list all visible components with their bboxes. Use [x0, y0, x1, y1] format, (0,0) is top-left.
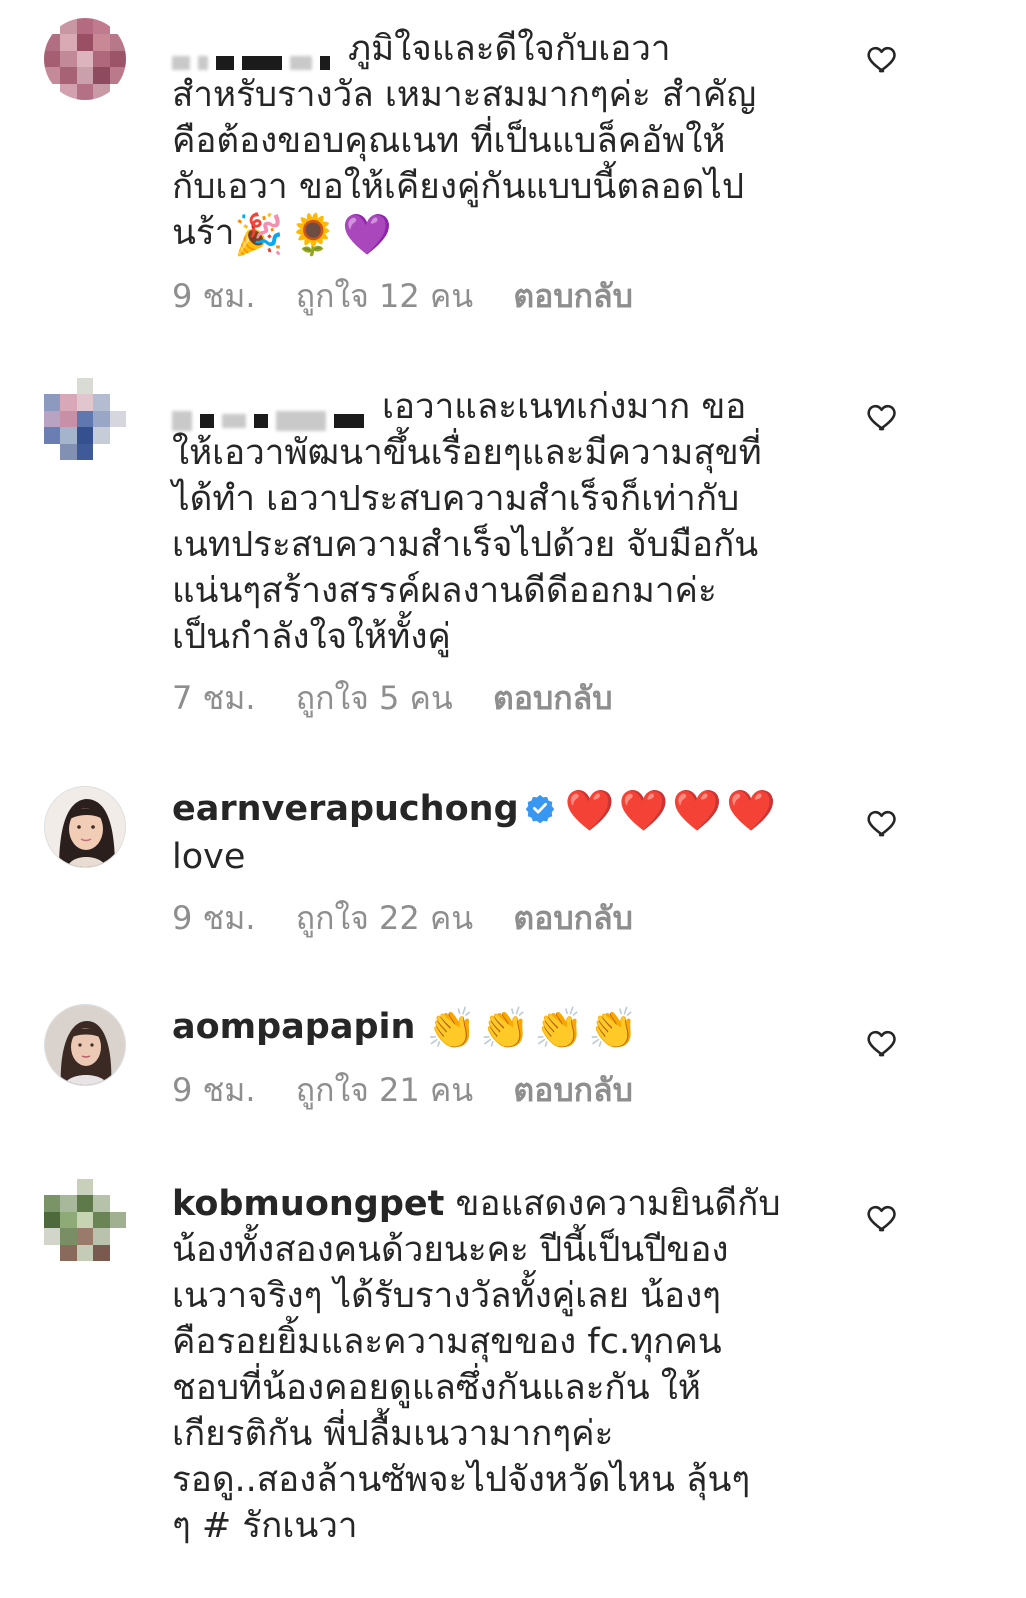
comment-line: แน่นๆสร้างสรรค์ผลงานดีดีออกมาค่ะ	[172, 571, 717, 611]
clapping-hands-emoji: 👏	[426, 1006, 477, 1052]
comment-line: รอดู..สองล้านซัพจะไปจังหวัดไหน ลุ้นๆ	[172, 1460, 751, 1500]
comment-line: กับเอวา ขอให้เคียงคู่กันแบบนี้ตลอดไป	[172, 167, 745, 207]
comment-time: 7 ชม.	[172, 679, 256, 717]
red-heart-emoji: ❤️	[726, 788, 776, 834]
comment-meta: 7 ชม. ถูกใจ 5 คน ตอบกลับ	[172, 678, 832, 718]
comment-line: ๆ # รักเนวา	[172, 1506, 358, 1546]
comment-item: earnverapuchong ❤️ ❤️ ❤️ ❤️ love 9 ชม. ถูกใ…	[0, 770, 1026, 970]
comment-line: love	[172, 837, 246, 877]
comment-item: ภูมิใจและดีใจกับเอวา สำหรับรางวัล เหมาะส…	[0, 0, 1026, 340]
avatar[interactable]	[44, 1004, 126, 1086]
comment-line: ได้ทำ เอวาประสบความสำเร็จก็เท่ากับ	[172, 479, 740, 519]
like-heart-icon[interactable]	[866, 806, 900, 840]
pixelated-avatar-image	[44, 18, 126, 100]
comment-meta: 9 ชม. ถูกใจ 21 คน ตอบกลับ	[172, 1070, 872, 1110]
comment-line: เกียรติกัน พี่ปลื้มเนวามากๆค่ะ	[172, 1414, 614, 1454]
comment-meta: 9 ชม. ถูกใจ 12 คน ตอบกลับ	[172, 276, 832, 316]
verified-badge-icon	[525, 794, 554, 823]
comment-item: aompapapin 👏 👏 👏 👏 9 ชม. ถูกใจ 21 คน ตอบกลั…	[0, 990, 1026, 1140]
avatar[interactable]	[44, 378, 126, 460]
comment-text: earnverapuchong ❤️ ❤️ ❤️ ❤️ love	[172, 786, 872, 880]
avatar[interactable]	[44, 18, 126, 100]
comment-line: ภูมิใจและดีใจกับเอวา	[348, 29, 671, 69]
comment-time: 9 ชม.	[172, 1071, 256, 1109]
reply-button[interactable]: ตอบกลับ	[493, 679, 613, 717]
clapping-hands-emoji: 👏	[480, 1006, 531, 1052]
comment-line: น้องทั้งสองคนด้วยนะคะ ปีนี้เป็นปีของ	[172, 1230, 729, 1270]
party-popper-emoji: 🎉	[234, 212, 285, 258]
like-heart-icon[interactable]	[866, 400, 900, 434]
comment-line: คือรอยยิ้มและความสุขของ fc.ทุกคน	[172, 1322, 722, 1362]
blurred-username[interactable]	[172, 397, 372, 431]
comment-text: เอวาและเนทเก่งมาก ขอ ให้เอวาพัฒนาขึ้นเรื…	[172, 384, 832, 660]
avatar[interactable]	[44, 1179, 126, 1261]
pixelated-avatar-image	[44, 378, 126, 460]
blurred-username[interactable]	[172, 39, 338, 70]
comment-line: เอวาและเนทเก่งมาก ขอ	[382, 387, 747, 427]
comment-line: เป็นกำลังใจให้ทั้งคู่	[172, 617, 451, 657]
likes-count[interactable]: ถูกใจ 21 คน	[296, 1071, 473, 1109]
pixelated-avatar-image	[44, 1179, 126, 1261]
likes-count[interactable]: ถูกใจ 22 คน	[296, 899, 473, 937]
like-heart-icon[interactable]	[866, 1201, 900, 1235]
reply-button[interactable]: ตอบกลับ	[513, 1071, 633, 1109]
reply-button[interactable]: ตอบกลับ	[513, 277, 633, 315]
comment-line: ชอบที่น้องคอยดูแลซึ่งกันและกัน ให้	[172, 1368, 701, 1408]
comment-item: kobmuongpet ขอแสดงความยินดีกับ น้องทั้งส…	[0, 1165, 1026, 1598]
like-heart-icon[interactable]	[866, 1026, 900, 1060]
comment-username[interactable]: aompapapin	[172, 1007, 415, 1047]
sunflower-emoji: 🌻	[288, 212, 339, 258]
comment-line: ขอแสดงความยินดีกับ	[455, 1184, 781, 1224]
comment-text: kobmuongpet ขอแสดงความยินดีกับ น้องทั้งส…	[172, 1181, 852, 1549]
red-heart-emoji: ❤️	[672, 788, 723, 834]
comment-line: นร้า	[172, 213, 235, 253]
comment-line: ให้เอวาพัฒนาขึ้นเรื่อยๆและมีความสุขที่	[172, 433, 762, 473]
likes-count[interactable]: ถูกใจ 5 คน	[296, 679, 453, 717]
comment-line: คือต้องขอบคุณเนท ที่เป็นแบล็คอัพให้	[172, 121, 726, 161]
purple-heart-emoji: 💜	[342, 212, 392, 258]
like-heart-icon[interactable]	[866, 42, 900, 76]
comment-username[interactable]: earnverapuchong	[172, 789, 519, 829]
comment-username[interactable]: kobmuongpet	[172, 1184, 444, 1224]
profile-photo	[45, 787, 125, 867]
avatar[interactable]	[44, 786, 126, 868]
clapping-hands-emoji: 👏	[588, 1006, 638, 1052]
comment-line: เนทประสบความสำเร็จไปด้วย จับมือกัน	[172, 525, 759, 565]
comment-text: ภูมิใจและดีใจกับเอวา สำหรับรางวัล เหมาะส…	[172, 26, 832, 258]
comment-meta: 9 ชม. ถูกใจ 22 คน ตอบกลับ	[172, 898, 872, 938]
red-heart-emoji: ❤️	[618, 788, 669, 834]
comment-time: 9 ชม.	[172, 277, 256, 315]
comment-time: 9 ชม.	[172, 899, 256, 937]
profile-photo	[45, 1005, 125, 1085]
red-heart-emoji: ❤️	[564, 788, 615, 834]
comment-item: เอวาและเนทเก่งมาก ขอ ให้เอวาพัฒนาขึ้นเรื…	[0, 360, 1026, 750]
likes-count[interactable]: ถูกใจ 12 คน	[296, 277, 473, 315]
reply-button[interactable]: ตอบกลับ	[513, 899, 633, 937]
clapping-hands-emoji: 👏	[534, 1006, 585, 1052]
comment-text: aompapapin 👏 👏 👏 👏	[172, 1004, 872, 1052]
comment-line: สำหรับรางวัล เหมาะสมมากๆค่ะ สำคัญ	[172, 75, 757, 115]
comment-line: เนวาจริงๆ ได้รับรางวัลทั้งคู่เลย น้องๆ	[172, 1276, 721, 1316]
